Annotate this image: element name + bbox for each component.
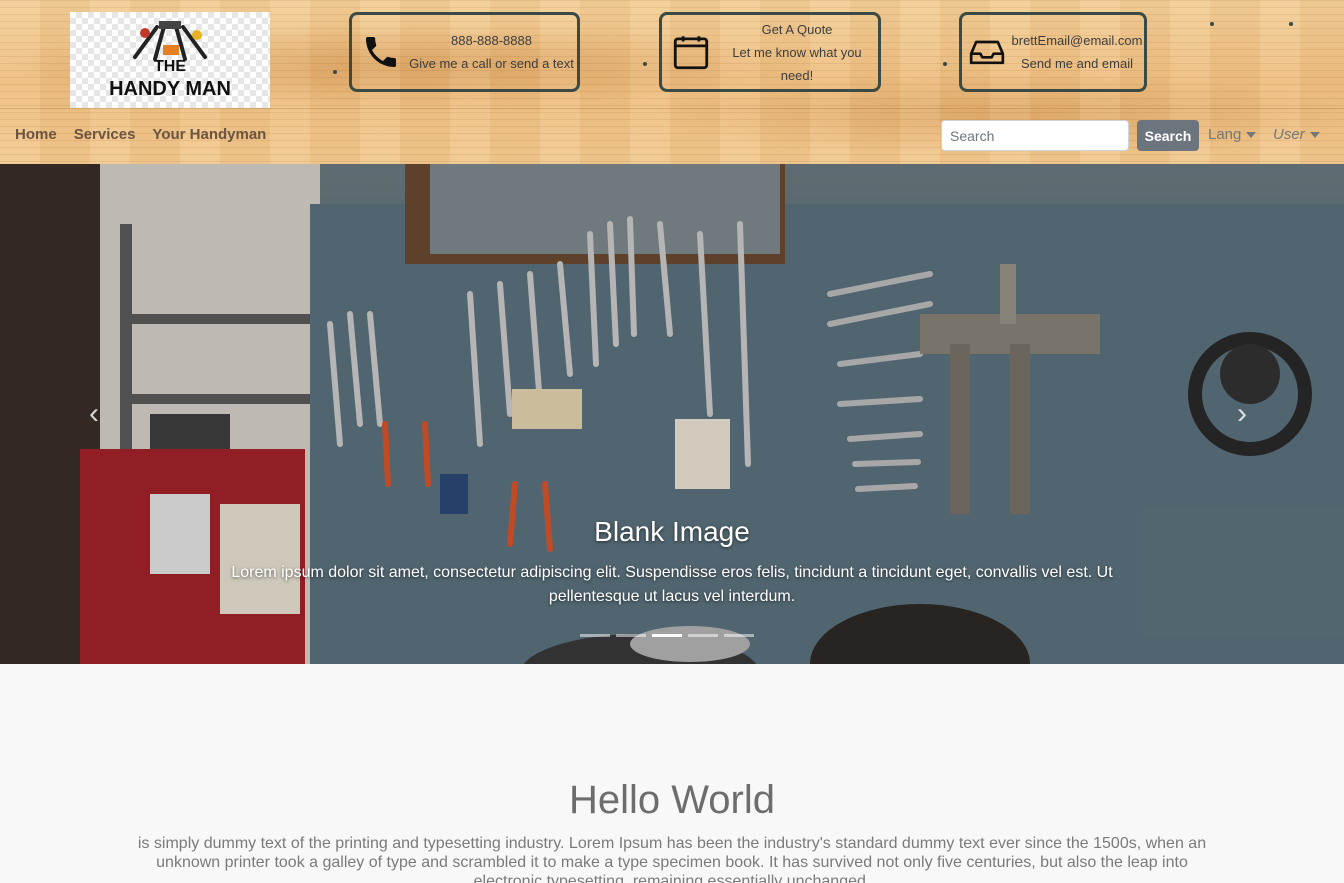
lang-dropdown-label: Lang	[1208, 126, 1242, 143]
hero-carousel: ‹ › Blank Image Lorem ipsum dolor sit am…	[0, 164, 1344, 664]
user-dropdown[interactable]: User	[1273, 126, 1320, 143]
decor-dot	[1210, 22, 1214, 26]
contact-email-address: brettEmail@email.com	[1011, 33, 1143, 48]
header-divider	[0, 108, 1344, 109]
contact-phone-desc: Give me a call or send a text	[409, 56, 574, 71]
user-dropdown-label: User	[1273, 126, 1305, 143]
carousel-caption: Blank Image Lorem ipsum dolor sit amet, …	[0, 516, 1344, 609]
contact-phone-number: 888-888-8888	[451, 33, 532, 48]
nav-services[interactable]: Services	[74, 126, 136, 143]
decor-dot	[943, 62, 947, 66]
carousel-title: Blank Image	[594, 516, 750, 547]
contact-email[interactable]: brettEmail@email.com Send me and email	[959, 12, 1147, 92]
carousel-indicator-active[interactable]	[652, 634, 682, 637]
site-logo[interactable]: THE HANDY MAN	[70, 12, 270, 108]
svg-text:HANDY MAN: HANDY MAN	[109, 78, 231, 100]
carousel-indicator[interactable]	[688, 634, 718, 637]
caret-down-icon	[1246, 131, 1257, 138]
hello-title: Hello World	[569, 778, 775, 822]
contact-quote-title: Get A Quote	[761, 21, 833, 37]
search-button[interactable]: Search	[1137, 120, 1199, 151]
decor-dot	[333, 70, 337, 74]
decor-dot	[643, 62, 647, 66]
contact-quote-desc: Let me know what you need!	[732, 44, 862, 83]
carousel-next-icon[interactable]: ›	[1232, 399, 1252, 429]
calendar-icon	[666, 31, 716, 73]
carousel-prev-icon[interactable]: ‹	[84, 399, 104, 429]
caret-down-icon	[1309, 131, 1320, 138]
carousel-indicator[interactable]	[724, 634, 754, 637]
hello-text: is simply dummy text of the printing and…	[137, 835, 1207, 883]
nav-your-handyman[interactable]: Your Handyman	[152, 126, 266, 143]
contact-phone[interactable]: 888-888-8888 Give me a call or send a te…	[349, 12, 580, 92]
carousel-indicators	[580, 634, 754, 637]
handyman-logo-icon: THE HANDY MAN	[109, 21, 231, 100]
svg-text:THE: THE	[154, 58, 186, 75]
contact-email-desc: Send me and email	[1020, 56, 1133, 71]
decor-dot	[1289, 22, 1293, 26]
carousel-indicator[interactable]	[616, 634, 646, 637]
phone-icon	[356, 32, 406, 72]
search-input[interactable]	[941, 120, 1129, 151]
nav-home[interactable]: Home	[15, 126, 57, 143]
main-nav: Home Services Your Handyman	[15, 126, 266, 143]
contact-quote[interactable]: Get A Quote Let me know what you need!	[659, 12, 881, 92]
carousel-text: Lorem ipsum dolor sit amet, consectetur …	[231, 564, 1113, 605]
lang-dropdown[interactable]: Lang	[1208, 126, 1257, 143]
inbox-icon	[964, 32, 1010, 72]
carousel-indicator[interactable]	[580, 634, 610, 637]
